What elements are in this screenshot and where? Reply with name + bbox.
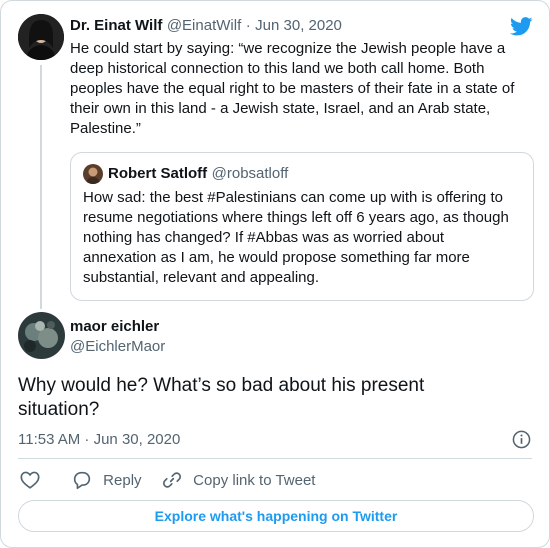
quoted-tweet-line: substantial, relevant and appealing. (83, 269, 320, 286)
explore-twitter-button[interactable]: Explore what's happening on Twitter (18, 500, 534, 532)
link-icon (161, 469, 183, 491)
main-tweet-line: situation? (18, 399, 100, 420)
quoted-tweet-text: How sad: the best #Palestinians can come… (83, 188, 528, 288)
tweet-divider (18, 458, 532, 459)
parent-tweet-line: He could start by saying: “we recognize … (70, 40, 506, 57)
thread-connector-line (40, 65, 42, 309)
info-icon[interactable] (512, 430, 531, 449)
maor-eichler-avatar[interactable] (18, 312, 65, 359)
copy-link-label: Copy link to Tweet (193, 471, 316, 489)
main-author-name[interactable]: maor eichler (70, 318, 159, 335)
parent-tweet-text: He could start by saying: “we recognize … (70, 39, 540, 139)
parent-author-handle[interactable]: @EinatWilf (167, 17, 241, 34)
main-author-handle[interactable]: @EichlerMaor (70, 338, 165, 355)
parent-date-separator: · (245, 17, 251, 34)
parent-tweet-date[interactable]: Jun 30, 2020 (255, 17, 342, 34)
quoted-tweet-header: Robert Satloff @robsatloff (108, 165, 288, 183)
quoted-tweet[interactable]: Robert Satloff @robsatloff How sad: the … (70, 152, 534, 301)
quoted-tweet-line: How sad: the best #Palestinians can come… (83, 189, 503, 206)
parent-tweet-line: peoples have the equal right to be maste… (70, 80, 515, 97)
quoted-author-handle: @robsatloff (211, 165, 289, 182)
quoted-author-name: Robert Satloff (108, 165, 208, 182)
twitter-bird-icon[interactable] (510, 17, 533, 36)
main-tweet-text: Why would he? What’s so bad about his pr… (18, 374, 528, 422)
parent-author-name[interactable]: Dr. Einat Wilf (70, 17, 162, 34)
main-tweet-line: Why would he? What’s so bad about his pr… (18, 375, 425, 396)
robert-satloff-avatar (83, 164, 103, 184)
reply-label: Reply (103, 471, 142, 489)
main-tweet-timestamp[interactable]: 11:53 AM · Jun 30, 2020 (18, 431, 180, 448)
quoted-tweet-line: resume negotiations where things left of… (83, 209, 509, 226)
reply-button[interactable]: Reply (71, 469, 142, 491)
embedded-tweet-card: Dr. Einat Wilf @EinatWilf · Jun 30, 2020… (0, 0, 550, 548)
reply-icon (71, 469, 93, 491)
einat-wilf-avatar[interactable] (18, 14, 64, 60)
parent-tweet-line: Palestine.” (70, 120, 141, 137)
copy-link-button[interactable]: Copy link to Tweet (161, 469, 315, 491)
parent-tweet-header: Dr. Einat Wilf @EinatWilf · Jun 30, 2020 (70, 17, 342, 35)
quoted-tweet-line: annexation as I am, he would propose som… (83, 249, 470, 266)
heart-icon[interactable] (19, 469, 41, 491)
quoted-tweet-line: nothing has changed? If #Abbas was as wo… (83, 229, 445, 246)
parent-tweet-line: their own in this land - a Jewish state,… (70, 100, 491, 117)
parent-tweet-line: deep historical connection to this land … (70, 60, 485, 77)
